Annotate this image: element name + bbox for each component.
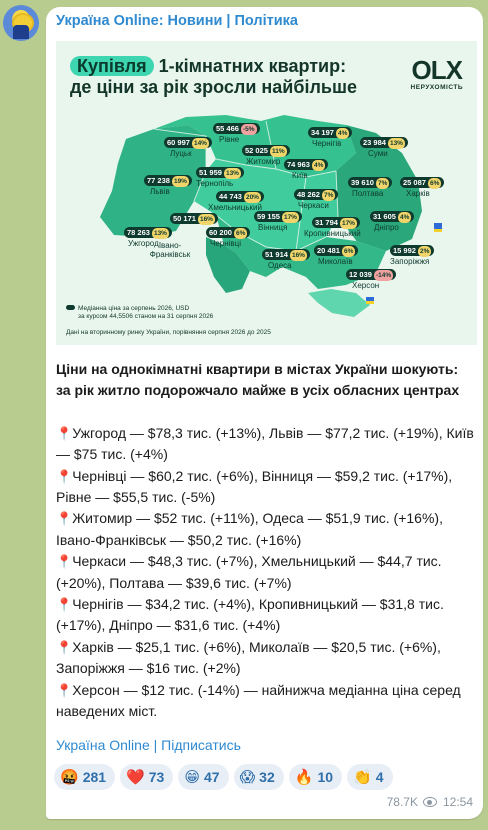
city-label-rivne: Рівне bbox=[219, 135, 240, 144]
city-price-vinnytsia: 59 155 17% bbox=[254, 211, 302, 223]
city-price-khmelnytskyi: 44 743 20% bbox=[216, 191, 264, 203]
city-price-poltava: 39 610 7% bbox=[348, 177, 393, 189]
reaction-angry[interactable]: 🤬 281 bbox=[54, 764, 116, 790]
city-label-vinnytsia: Вінниця bbox=[258, 223, 288, 232]
legend-marker bbox=[66, 305, 75, 310]
olx-brand-sub: НЕРУХОМІСТЬ bbox=[410, 84, 463, 91]
city-price-sumy: 23 984 13% bbox=[360, 137, 408, 149]
reaction-fire[interactable]: 🔥 10 bbox=[288, 764, 343, 790]
reaction-grin[interactable]: 😁 47 bbox=[178, 764, 229, 790]
infographic-note: Дані на вторинному ринку України, порівн… bbox=[66, 329, 271, 336]
city-label-cherkasy: Черкаси bbox=[298, 201, 329, 210]
pin-icon: 📍 bbox=[56, 425, 73, 441]
city-price-mykolaiv: 20 481 6% bbox=[314, 245, 359, 257]
city-price-kharkiv: 25 087 6% bbox=[400, 177, 445, 189]
city-price-chernihiv: 34 197 4% bbox=[308, 127, 353, 139]
channel-name[interactable]: Україна Online: Новини | Політика bbox=[56, 13, 298, 29]
post-line-6: 📍Харків — $25,1 тис. (+6%), Миколаїв — $… bbox=[56, 638, 441, 677]
olx-brand: OLX НЕРУХОМІСТЬ bbox=[411, 56, 463, 91]
city-label-dnipro: Дніпро bbox=[374, 223, 399, 232]
city-price-rivne: 55 466 -5% bbox=[213, 123, 260, 135]
ukraine-flag-1 bbox=[434, 223, 442, 229]
infographic-title: Купівля 1-кімнатних квартир: де ціни за … bbox=[70, 56, 357, 98]
ukraine-flag-2-yellow bbox=[366, 301, 374, 304]
city-price-zaporizhzhia: 15 992 2% bbox=[390, 245, 435, 257]
angry-face-icon: 🤬 bbox=[60, 769, 79, 786]
city-price-uzhhorod: 78 263 13% bbox=[124, 227, 172, 239]
channel-avatar[interactable] bbox=[3, 5, 39, 41]
olx-logo: OLX bbox=[411, 55, 463, 85]
message-bubble: Україна Online: Новини | Політика Купівл… bbox=[46, 7, 483, 819]
pin-icon: 📍 bbox=[56, 597, 73, 613]
city-price-lutsk: 60 997 14% bbox=[164, 137, 212, 149]
pin-icon: 📍 bbox=[56, 511, 73, 527]
city-price-kropyvnytskyi: 31 794 17% bbox=[312, 217, 360, 229]
ukraine-flag-2 bbox=[366, 297, 374, 301]
city-price-kyiv: 74 963 4% bbox=[284, 159, 329, 171]
city-label-ternopil: Тернопіль bbox=[196, 179, 234, 188]
post-line-2: 📍Чернівці — $60,2 тис. (+6%), Вінниця — … bbox=[56, 467, 453, 506]
pin-icon: 📍 bbox=[56, 554, 73, 570]
city-label-kyiv: Київ bbox=[292, 171, 308, 180]
city-label-zaporizhzhia: Запоріжжя bbox=[390, 257, 430, 266]
city-price-lviv: 77 238 19% bbox=[144, 175, 192, 187]
city-label-kropyvnytskyi: Кропивницький bbox=[304, 229, 361, 238]
fire-icon: 🔥 bbox=[294, 769, 314, 786]
infographic-legend: Медіанна ціна за серпень 2026, USD за ку… bbox=[66, 305, 213, 321]
infographic-image[interactable]: Купівля 1-кімнатних квартир: де ціни за … bbox=[56, 41, 477, 345]
city-price-zhytomyr: 52 025 11% bbox=[242, 145, 290, 157]
city-label-sumy: Суми bbox=[368, 149, 388, 158]
city-label-zhytomyr: Житомир bbox=[246, 157, 281, 166]
city-label-uzhhorod: Ужгород bbox=[128, 239, 159, 248]
ukraine-flag-1-yellow bbox=[434, 229, 442, 232]
eye-icon bbox=[422, 797, 437, 807]
city-label-khmelnytskyi: Хмельницький bbox=[208, 203, 262, 212]
post-line-4: 📍Черкаси — $48,3 тис. (+7%), Хмельницьки… bbox=[56, 553, 442, 591]
clap-icon: 👏 bbox=[353, 769, 372, 786]
city-price-chernivtsi: 60 200 6% bbox=[206, 227, 251, 239]
post-line-7: 📍Херсон — $12 тис. (-14%) — найнижча мед… bbox=[56, 681, 461, 720]
city-price-kherson: 12 039 -14% bbox=[346, 269, 397, 281]
message-meta: 78.7K 12:54 bbox=[387, 795, 473, 809]
message-time: 12:54 bbox=[442, 795, 473, 809]
pin-icon: 📍 bbox=[56, 682, 73, 698]
title-line2: де ціни за рік зросли найбільше bbox=[70, 77, 357, 97]
pin-icon: 📍 bbox=[56, 468, 73, 484]
heart-icon: ❤️ bbox=[126, 769, 145, 786]
avatar-figure bbox=[13, 25, 29, 39]
reaction-scream[interactable]: 😱 32 bbox=[233, 764, 284, 790]
city-price-dnipro: 31 605 4% bbox=[370, 211, 415, 223]
city-label-chernivtsi: Чернівці bbox=[210, 239, 242, 248]
city-label-poltava: Полтава bbox=[352, 189, 384, 198]
subscribe-link[interactable]: Україна Online | Підписатись bbox=[56, 737, 241, 753]
city-label-chernihiv: Чернігів bbox=[312, 139, 342, 148]
city-label-mykolaiv: Миколаїв bbox=[318, 257, 353, 266]
reaction-heart[interactable]: ❤️ 73 bbox=[120, 764, 174, 790]
map-region-crimea bbox=[308, 289, 370, 317]
city-label-lviv: Львів bbox=[150, 187, 170, 196]
city-price-cherkasy: 48 262 7% bbox=[294, 189, 339, 201]
title-highlight: Купівля bbox=[70, 56, 154, 76]
post-line-3: 📍Житомир — $52 тис. (+11%), Одеса — $51,… bbox=[56, 510, 443, 548]
pin-icon: 📍 bbox=[56, 639, 73, 655]
scream-icon: 😱 bbox=[239, 769, 256, 786]
city-label-odesa: Одеса bbox=[268, 261, 292, 270]
post-line-1: 📍Ужгород — $78,3 тис. (+13%), Львів — $7… bbox=[56, 424, 474, 463]
city-label-kharkiv: Харків bbox=[406, 189, 430, 198]
post-line-5: 📍Чернігів — $34,2 тис. (+4%), Кропивниць… bbox=[56, 596, 444, 634]
view-count: 78.7K bbox=[386, 795, 418, 809]
reaction-clap[interactable]: 👏 4 bbox=[347, 764, 393, 790]
city-price-ivano-frankivsk: 50 171 16% bbox=[170, 213, 218, 225]
reactions-bar: 🤬 281 ❤️ 73 😁 47 😱 32 🔥 10 👏 4 bbox=[54, 764, 398, 792]
city-label-kherson: Херсон bbox=[352, 281, 380, 290]
post-lead: Ціни на однокімнатні квартири в містах У… bbox=[56, 361, 460, 399]
city-price-odesa: 51 914 16% bbox=[262, 249, 310, 261]
city-price-ternopil: 51 959 13% bbox=[196, 167, 244, 179]
grin-icon: 😁 bbox=[184, 769, 200, 786]
post-text: Ціни на однокімнатні квартири в містах У… bbox=[56, 359, 476, 723]
city-label-lutsk: Луцьк bbox=[170, 149, 192, 158]
title-rest: 1-кімнатних квартир: bbox=[153, 56, 347, 76]
